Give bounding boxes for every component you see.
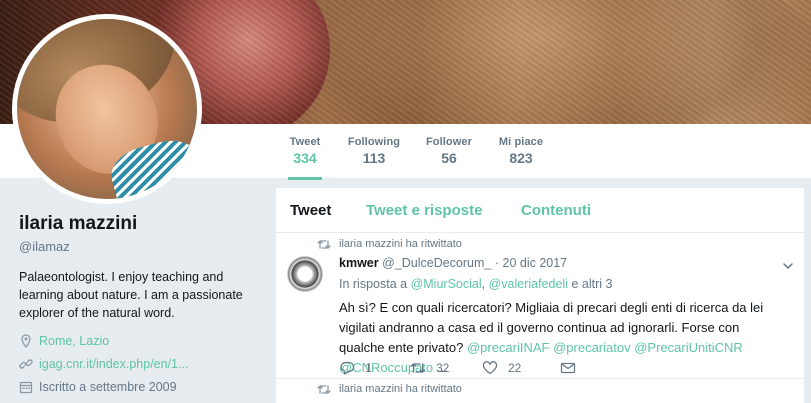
like-button[interactable]: 22 [482, 360, 560, 376]
stat-value: 113 [362, 150, 386, 166]
profile-location[interactable]: Rome, Lazio [19, 334, 259, 348]
website-link[interactable]: igag.cnr.it/index.php/en/1... [39, 357, 188, 371]
tab-media[interactable]: Contenuti [521, 202, 591, 219]
reply-mention[interactable]: @MiurSocial [411, 277, 482, 291]
stat-value: 823 [509, 150, 533, 166]
retweet-context: ilaria mazzini ha ritwittato [317, 238, 462, 250]
stat-value: 56 [441, 150, 457, 166]
stat-tweet[interactable]: Tweet 334 [288, 124, 322, 180]
author-handle[interactable]: @_DulceDecorum_ [382, 256, 491, 270]
reply-mention[interactable]: @valeriafedeli [489, 277, 568, 291]
tweet-header: kmwer @_DulceDecorum_ · 20 dic 2017 [339, 256, 567, 270]
retweet-icon [410, 363, 426, 373]
reply-separator: , [481, 277, 486, 291]
stat-label: Mi piace [498, 136, 544, 148]
retweet-context-text[interactable]: ilaria mazzini ha ritwittato [339, 238, 462, 250]
retweet-context: ilaria mazzini ha ritwittato [317, 383, 462, 395]
profile-bio: Palaeontologist. I enjoy teaching and le… [19, 270, 243, 320]
stat-likes[interactable]: Mi piace 823 [498, 124, 544, 179]
author-name[interactable]: kmwer [339, 256, 379, 270]
reply-button[interactable]: 1 [339, 360, 410, 376]
tweet[interactable]: ilaria mazzini ha ritwittato [276, 380, 804, 403]
heart-icon [482, 361, 498, 375]
location-text: Rome, Lazio [39, 334, 110, 348]
reply-prefix: In risposta a [339, 277, 408, 291]
joined-text: Iscritto a settembre 2009 [39, 380, 177, 394]
tweet-actions: 1 32 22 [339, 360, 576, 376]
tab-tweet[interactable]: Tweet [290, 202, 331, 219]
retweet-button[interactable]: 32 [410, 360, 482, 376]
link-icon [19, 359, 33, 369]
retweet-small-icon [317, 239, 331, 249]
profile-handle[interactable]: @ilamaz [19, 239, 259, 254]
retweet-context-text[interactable]: ilaria mazzini ha ritwittato [339, 383, 462, 395]
location-pin-icon [21, 334, 31, 348]
reply-icon [340, 361, 355, 375]
profile-card: ilaria mazzini @ilamaz Palaeontologist. … [19, 213, 259, 394]
reply-suffix: e altri 3 [571, 277, 613, 291]
author-avatar[interactable] [287, 256, 323, 292]
chevron-down-icon[interactable] [782, 260, 794, 272]
stat-label: Following [347, 136, 401, 148]
profile-name[interactable]: ilaria mazzini [19, 213, 259, 235]
timeline: Tweet Tweet e risposte Contenuti ilaria … [276, 188, 804, 403]
profile-joined: Iscritto a settembre 2009 [19, 380, 259, 394]
envelope-icon [560, 362, 576, 374]
tweet-date[interactable]: 20 dic 2017 [503, 256, 568, 270]
direct-message-button[interactable] [560, 360, 576, 376]
stat-follower[interactable]: Follower 56 [425, 124, 473, 179]
stat-following[interactable]: Following 113 [347, 124, 401, 179]
retweet-small-icon [317, 384, 331, 394]
reply-to: In risposta a @MiurSocial, @valeriafedel… [339, 277, 612, 291]
timeline-tabs: Tweet Tweet e risposte Contenuti [276, 188, 804, 233]
stat-label: Tweet [289, 136, 321, 148]
stat-label: Follower [425, 136, 473, 148]
reply-count: 1 [365, 361, 372, 375]
stat-value: 334 [293, 150, 317, 166]
profile-website[interactable]: igag.cnr.it/index.php/en/1... [19, 357, 259, 371]
tweet[interactable]: ilaria mazzini ha ritwittato kmwer @_Dul… [276, 234, 804, 379]
retweet-count: 32 [436, 361, 450, 375]
tweet-dot: · [494, 256, 500, 270]
tab-tweet-replies[interactable]: Tweet e risposte [366, 202, 482, 219]
like-count: 22 [508, 361, 522, 375]
calendar-icon [19, 381, 33, 394]
profile-avatar[interactable] [12, 14, 202, 204]
